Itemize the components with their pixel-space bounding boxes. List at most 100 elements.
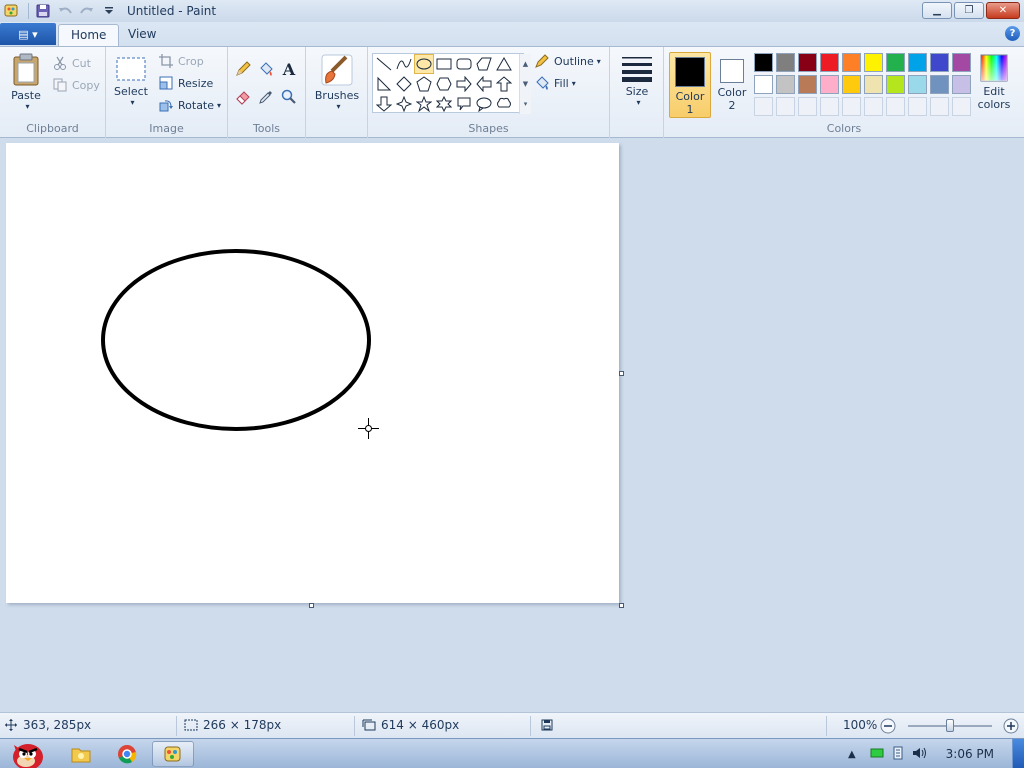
cut-button[interactable]: Cut xyxy=(52,53,91,73)
triangle-shape[interactable] xyxy=(494,54,514,74)
palette-custom-swatch[interactable] xyxy=(886,97,905,116)
hexagon-shape[interactable] xyxy=(434,74,454,94)
rectangle-shape[interactable] xyxy=(434,54,454,74)
brushes-button[interactable]: Brushes ▾ xyxy=(314,53,360,111)
palette-custom-swatch[interactable] xyxy=(776,97,795,116)
size-button[interactable]: Size ▾ xyxy=(618,53,656,107)
edit-colors-button[interactable]: Edit colors xyxy=(973,53,1015,111)
show-desktop-button[interactable] xyxy=(1012,739,1024,768)
palette-color-swatch[interactable] xyxy=(754,75,773,94)
pentagon-shape[interactable] xyxy=(414,74,434,94)
palette-custom-swatch[interactable] xyxy=(820,97,839,116)
taskbar-clock[interactable]: 3:06 PM xyxy=(946,747,994,761)
redo-icon[interactable] xyxy=(79,3,95,19)
palette-color-swatch[interactable] xyxy=(820,53,839,72)
zoom-slider-thumb[interactable] xyxy=(946,719,954,732)
help-icon[interactable]: ? xyxy=(1005,26,1020,41)
gallery-more-icon[interactable]: ▾ xyxy=(524,100,528,108)
oval-callout-shape[interactable] xyxy=(474,94,494,114)
palette-custom-swatch[interactable] xyxy=(864,97,883,116)
palette-color-swatch[interactable] xyxy=(842,75,861,94)
palette-color-swatch[interactable] xyxy=(820,75,839,94)
palette-color-swatch[interactable] xyxy=(886,75,905,94)
color1-button[interactable]: Color 1 xyxy=(669,52,711,118)
up-arrow-shape[interactable] xyxy=(494,74,514,94)
network-icon[interactable] xyxy=(870,747,884,762)
polygon-shape[interactable] xyxy=(474,54,494,74)
gallery-up-icon[interactable]: ▲ xyxy=(523,60,528,68)
pencil-tool[interactable] xyxy=(232,59,254,79)
right-triangle-shape[interactable] xyxy=(374,74,394,94)
show-hidden-icons-icon[interactable]: ▲ xyxy=(848,749,856,760)
zoom-in-button[interactable] xyxy=(1003,718,1019,734)
palette-custom-swatch[interactable] xyxy=(754,97,773,116)
taskbar-explorer-button[interactable] xyxy=(60,741,102,767)
rounded-callout-shape[interactable] xyxy=(454,94,474,114)
paste-button[interactable]: Paste ▾ xyxy=(6,53,46,111)
minimize-button[interactable]: ▁ xyxy=(922,2,952,19)
palette-custom-swatch[interactable] xyxy=(952,97,971,116)
six-point-star-shape[interactable] xyxy=(434,94,454,114)
taskbar-paint-button[interactable] xyxy=(152,741,194,767)
customize-qa-chevron-icon[interactable] xyxy=(101,3,117,19)
five-point-star-shape[interactable] xyxy=(414,94,434,114)
close-button[interactable]: ✕ xyxy=(986,2,1020,19)
magnifier-tool[interactable] xyxy=(278,87,300,107)
down-arrow-shape[interactable] xyxy=(374,94,394,114)
paint-app-icon[interactable] xyxy=(4,3,20,19)
left-arrow-shape[interactable] xyxy=(474,74,494,94)
text-tool[interactable]: A xyxy=(278,59,300,79)
undo-icon[interactable] xyxy=(57,3,73,19)
taskbar-chrome-button[interactable] xyxy=(106,741,148,767)
resize-handle-corner[interactable] xyxy=(619,603,624,608)
palette-custom-swatch[interactable] xyxy=(842,97,861,116)
palette-color-swatch[interactable] xyxy=(864,75,883,94)
copy-button[interactable]: Copy xyxy=(52,75,100,95)
palette-color-swatch[interactable] xyxy=(776,53,795,72)
paint-menu-button[interactable]: ▤ ▾ xyxy=(0,23,56,45)
save-icon[interactable] xyxy=(35,3,51,19)
maximize-button[interactable]: ❐ xyxy=(954,2,984,19)
eraser-tool[interactable] xyxy=(232,87,254,107)
palette-color-swatch[interactable] xyxy=(930,53,949,72)
palette-color-swatch[interactable] xyxy=(842,53,861,72)
palette-custom-swatch[interactable] xyxy=(930,97,949,116)
line-shape[interactable] xyxy=(374,54,394,74)
drawing-canvas[interactable] xyxy=(6,143,619,603)
outline-button[interactable]: Outline ▾ xyxy=(534,51,601,71)
palette-color-swatch[interactable] xyxy=(886,53,905,72)
palette-color-swatch[interactable] xyxy=(864,53,883,72)
curve-shape[interactable] xyxy=(394,54,414,74)
palette-custom-swatch[interactable] xyxy=(798,97,817,116)
palette-color-swatch[interactable] xyxy=(798,75,817,94)
right-arrow-shape[interactable] xyxy=(454,74,474,94)
resize-handle-bottom[interactable] xyxy=(309,603,314,608)
drawn-ellipse[interactable] xyxy=(101,249,371,431)
resize-handle-right[interactable] xyxy=(619,371,624,376)
resize-button[interactable]: Resize xyxy=(158,73,213,93)
palette-color-swatch[interactable] xyxy=(930,75,949,94)
palette-color-swatch[interactable] xyxy=(908,53,927,72)
palette-color-swatch[interactable] xyxy=(952,75,971,94)
shapes-gallery-scroll[interactable]: ▲ ▼ ▾ xyxy=(519,54,531,114)
volume-icon[interactable] xyxy=(912,746,928,763)
gallery-down-icon[interactable]: ▼ xyxy=(523,80,528,88)
palette-color-swatch[interactable] xyxy=(776,75,795,94)
palette-color-swatch[interactable] xyxy=(952,53,971,72)
fill-button[interactable]: Fill ▾ xyxy=(534,73,576,93)
four-point-star-shape[interactable] xyxy=(394,94,414,114)
color2-button[interactable]: Color 2 xyxy=(711,52,753,118)
palette-custom-swatch[interactable] xyxy=(908,97,927,116)
color-picker-tool[interactable] xyxy=(255,87,277,107)
palette-color-swatch[interactable] xyxy=(754,53,773,72)
rounded-rectangle-shape[interactable] xyxy=(454,54,474,74)
cloud-callout-shape[interactable] xyxy=(494,94,514,114)
start-button[interactable] xyxy=(0,741,52,768)
palette-color-swatch[interactable] xyxy=(908,75,927,94)
zoom-out-button[interactable] xyxy=(880,718,896,734)
oval-shape[interactable] xyxy=(414,54,434,74)
fill-tool[interactable] xyxy=(255,59,277,79)
tab-home[interactable]: Home xyxy=(58,24,120,46)
tab-view[interactable]: View xyxy=(116,24,168,46)
crop-button[interactable]: Crop xyxy=(158,51,204,71)
